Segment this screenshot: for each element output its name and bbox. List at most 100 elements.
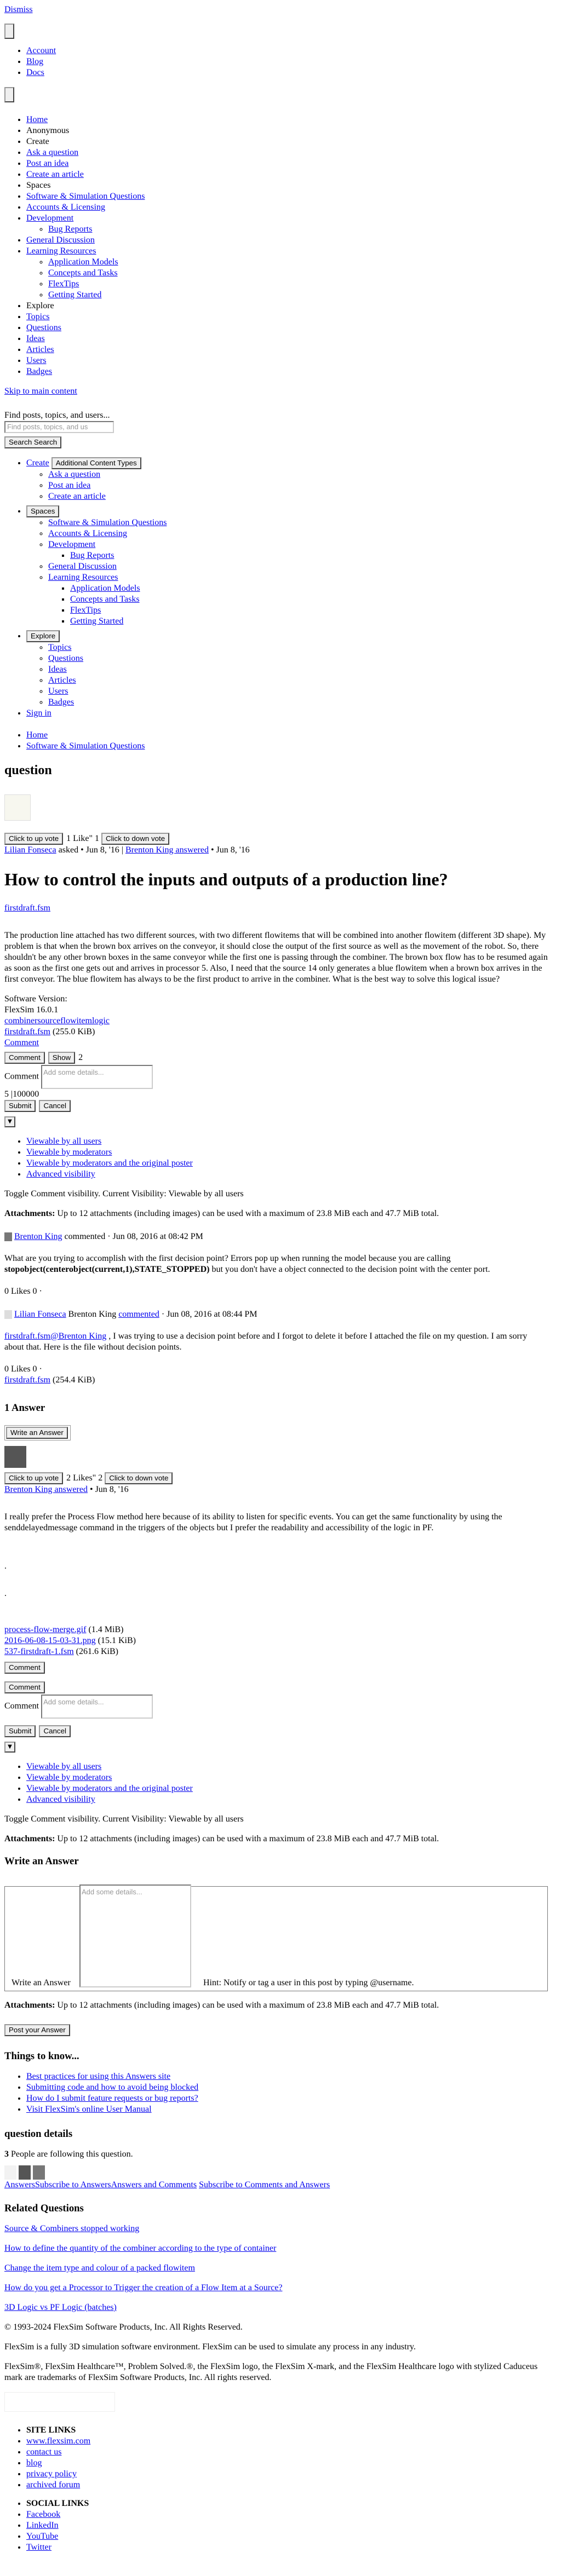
things-link[interactable]: How do I submit feature requests or bug … bbox=[26, 2094, 198, 2103]
search-button[interactable]: Search Search bbox=[4, 436, 62, 448]
menu-post-idea[interactable]: Post an idea bbox=[48, 481, 90, 490]
visibility-advanced[interactable]: Advanced visibility bbox=[26, 1795, 95, 1804]
answer-attachment-link[interactable]: process-flow-merge.gif bbox=[4, 1625, 86, 1634]
menu-toggle-button[interactable] bbox=[4, 24, 14, 39]
related-question-link[interactable]: 3D Logic vs PF Logic (batches) bbox=[4, 2303, 117, 2312]
related-question-link[interactable]: Source & Combiners stopped working bbox=[4, 2224, 139, 2233]
additional-content-types-button[interactable]: Additional Content Types bbox=[51, 457, 141, 469]
menu-topics[interactable]: Topics bbox=[48, 643, 71, 652]
menu-questions[interactable]: Questions bbox=[48, 654, 83, 663]
answer-comment-button-2[interactable]: Comment bbox=[4, 1681, 45, 1693]
site-link[interactable]: www.flexsim.com bbox=[26, 2436, 90, 2446]
question-comment-link[interactable]: Comment bbox=[4, 1038, 39, 1047]
social-linkedin-link[interactable]: LinkedIn bbox=[26, 2521, 59, 2530]
nav-topics[interactable]: Topics bbox=[26, 312, 49, 321]
nav-users[interactable]: Users bbox=[26, 356, 46, 365]
menu-space-accounts[interactable]: Accounts & Licensing bbox=[48, 529, 127, 538]
menu-space-development[interactable]: Development bbox=[48, 540, 95, 549]
comment-attachment-link[interactable]: firstdraft.fsm bbox=[4, 1375, 50, 1385]
nav-space-accounts[interactable]: Accounts & Licensing bbox=[26, 203, 105, 212]
answer-comment-button[interactable]: Comment bbox=[4, 1662, 45, 1674]
comment-author-link[interactable]: Lilian Fonseca bbox=[14, 1310, 66, 1319]
visibility-moderators-op[interactable]: Viewable by moderators and the original … bbox=[26, 1784, 193, 1793]
subscribe-answers-link[interactable]: Subscribe to Answers bbox=[35, 2180, 111, 2189]
question-file-link[interactable]: firstdraft.fsm bbox=[4, 903, 50, 913]
menu-toggle-button-2[interactable] bbox=[4, 87, 14, 102]
menu-users[interactable]: Users bbox=[48, 687, 68, 696]
menu-space-software[interactable]: Software & Simulation Questions bbox=[48, 518, 167, 527]
menu-learning-flextips[interactable]: FlexTips bbox=[70, 606, 101, 615]
menu-badges[interactable]: Badges bbox=[48, 698, 74, 707]
dismiss-link[interactable]: Dismiss bbox=[4, 5, 33, 14]
asker-name-link[interactable]: Lilian Fonseca bbox=[4, 845, 56, 855]
answer-author-link[interactable]: Brenton King answered bbox=[4, 1485, 88, 1494]
post-answer-button[interactable]: Post your Answer bbox=[4, 2024, 70, 2036]
nav-questions[interactable]: Questions bbox=[26, 323, 61, 332]
nav-space-development[interactable]: Development bbox=[26, 214, 73, 223]
skip-to-main-link[interactable]: Skip to main content bbox=[4, 387, 77, 396]
things-link[interactable]: Visit FlexSim's online User Manual bbox=[26, 2105, 152, 2114]
comment-author-link[interactable]: Brenton King bbox=[14, 1232, 62, 1241]
answer-editor-textarea[interactable]: Add some details... bbox=[79, 1885, 191, 1987]
social-youtube-link[interactable]: YouTube bbox=[26, 2532, 58, 2541]
blog-link[interactable]: Blog bbox=[26, 57, 43, 66]
things-link[interactable]: Best practices for using this Answers si… bbox=[26, 2072, 170, 2081]
answer-comment-cancel-button[interactable]: Cancel bbox=[39, 1725, 71, 1737]
subscribe-comments-label[interactable]: Answers and Comments bbox=[111, 2180, 197, 2189]
visibility-advanced[interactable]: Advanced visibility bbox=[26, 1169, 95, 1179]
breadcrumb-home[interactable]: Home bbox=[26, 730, 48, 740]
nav-create-article[interactable]: Create an article bbox=[26, 170, 84, 179]
nav-articles[interactable]: Articles bbox=[26, 345, 54, 354]
nav-space-software[interactable]: Software & Simulation Questions bbox=[26, 192, 145, 201]
explore-button[interactable]: Explore bbox=[26, 630, 60, 642]
visibility-all-users[interactable]: Viewable by all users bbox=[26, 1137, 101, 1146]
visibility-all-users[interactable]: Viewable by all users bbox=[26, 1762, 101, 1771]
related-question-link[interactable]: How do you get a Processor to Trigger th… bbox=[4, 2283, 282, 2292]
question-upvote-button[interactable]: Click to up vote bbox=[4, 833, 64, 845]
answer-attachment-link[interactable]: 537-firstdraft-1.fsm bbox=[4, 1647, 74, 1656]
nav-learning-app-models[interactable]: Application Models bbox=[48, 257, 118, 267]
spaces-button[interactable]: Spaces bbox=[26, 505, 60, 517]
nav-learning-flextips[interactable]: FlexTips bbox=[48, 279, 79, 289]
nav-learning-concepts[interactable]: Concepts and Tasks bbox=[48, 268, 118, 278]
subscribe-answers-label[interactable]: Answers bbox=[4, 2180, 35, 2189]
answerer-link[interactable]: Brenton King answered bbox=[125, 845, 209, 855]
comment-submit-button[interactable]: Submit bbox=[4, 1100, 36, 1112]
question-downvote-button[interactable]: Click to down vote bbox=[101, 833, 170, 845]
site-link[interactable]: blog bbox=[26, 2458, 42, 2468]
menu-space-learning[interactable]: Learning Resources bbox=[48, 573, 118, 582]
site-link[interactable]: archived forum bbox=[26, 2480, 80, 2489]
menu-ask-question[interactable]: Ask a question bbox=[48, 470, 100, 479]
answer-upvote-button[interactable]: Click to up vote bbox=[4, 1472, 64, 1484]
answer-downvote-button[interactable]: Click to down vote bbox=[105, 1472, 173, 1484]
menu-learning-getting-started[interactable]: Getting Started bbox=[70, 616, 123, 626]
answer-comment-textarea[interactable]: Add some details... bbox=[41, 1695, 153, 1719]
nav-badges[interactable]: Badges bbox=[26, 367, 52, 376]
create-menu-link[interactable]: Create bbox=[26, 458, 49, 468]
site-link[interactable]: privacy policy bbox=[26, 2469, 77, 2479]
site-link[interactable]: contact us bbox=[26, 2447, 61, 2457]
nav-post-idea[interactable]: Post an idea bbox=[26, 159, 68, 168]
account-link[interactable]: Account bbox=[26, 46, 56, 55]
menu-space-general[interactable]: General Discussion bbox=[48, 562, 117, 571]
visibility-dropdown-icon[interactable]: ▼ bbox=[4, 1116, 15, 1127]
comment-textarea[interactable]: Add some details... bbox=[41, 1065, 153, 1089]
answer-visibility-dropdown-icon[interactable]: ▼ bbox=[4, 1742, 15, 1753]
question-tags[interactable]: combinersourceflowitemlogic bbox=[4, 1016, 110, 1025]
visibility-moderators[interactable]: Viewable by moderators bbox=[26, 1148, 112, 1157]
sign-in-link[interactable]: Sign in bbox=[26, 708, 51, 718]
comment-cancel-button[interactable]: Cancel bbox=[39, 1100, 71, 1112]
breadcrumb-space[interactable]: Software & Simulation Questions bbox=[26, 741, 145, 751]
visibility-moderators[interactable]: Viewable by moderators bbox=[26, 1773, 112, 1782]
menu-ideas[interactable]: Ideas bbox=[48, 665, 67, 674]
nav-ask-question[interactable]: Ask a question bbox=[26, 148, 78, 157]
social-facebook-link[interactable]: Facebook bbox=[26, 2510, 60, 2519]
search-input[interactable]: Find posts, topics, and us bbox=[4, 421, 114, 433]
comment-verb-link[interactable]: commented bbox=[118, 1310, 159, 1319]
menu-create-article[interactable]: Create an article bbox=[48, 492, 106, 501]
social-twitter-link[interactable]: Twitter bbox=[26, 2543, 51, 2552]
visibility-moderators-op[interactable]: Viewable by moderators and the original … bbox=[26, 1159, 193, 1168]
nav-space-general[interactable]: General Discussion bbox=[26, 235, 95, 245]
related-question-link[interactable]: Change the item type and colour of a pac… bbox=[4, 2263, 195, 2273]
question-show-comments-button[interactable]: Show bbox=[48, 1052, 76, 1064]
